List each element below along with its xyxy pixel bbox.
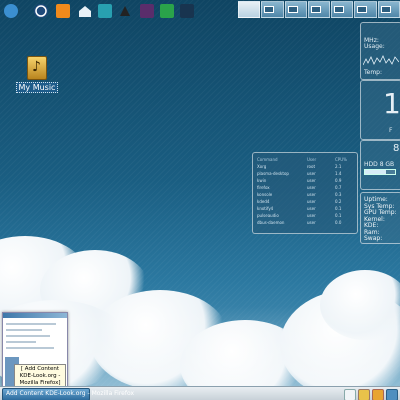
terminal-icon[interactable] xyxy=(118,4,132,18)
process-table-header: Command User CPU% xyxy=(257,157,347,162)
cpu-monitor-widget[interactable]: MHz: Usage: Temp: xyxy=(360,22,400,80)
tray-network-icon[interactable] xyxy=(386,389,398,400)
process-row: kded4 user 0.2 xyxy=(257,199,342,204)
kmenu-icon[interactable] xyxy=(4,4,18,18)
desktop-icon-my-music[interactable]: My Music xyxy=(14,56,60,93)
task-button-label: Add Content KDE-Look.org - Mozilla Firef… xyxy=(6,390,135,397)
cpu-temp-label: Temp: xyxy=(364,69,383,76)
system-info-widget[interactable]: Uptime: Sys Temp: GPU Temp: Kernel: KDE: Ram:… xyxy=(360,192,400,244)
pager-desktop[interactable] xyxy=(284,1,307,18)
pager-desktop[interactable] xyxy=(261,1,284,18)
pager-desktop[interactable] xyxy=(354,1,377,18)
network-icon[interactable] xyxy=(160,4,174,18)
system-info-row: Swap: xyxy=(364,235,383,242)
hdd-number: 8 xyxy=(393,143,400,154)
clock-hour: 1 xyxy=(383,87,400,120)
hdd-usage-bar xyxy=(364,169,396,175)
home-icon[interactable] xyxy=(78,4,92,18)
apps-icon[interactable] xyxy=(180,4,194,18)
process-row: firefox user 0.7 xyxy=(257,185,342,190)
process-row: kwin user 0.9 xyxy=(257,178,342,183)
pager-desktop[interactable] xyxy=(331,1,354,18)
thumbnail-titlebar xyxy=(3,313,67,318)
process-row: plasma-desktop user 1.4 xyxy=(257,171,342,176)
process-row: knotify4 user 0.1 xyxy=(257,206,342,211)
process-row: dbus-daemon user 0.0 xyxy=(257,220,342,225)
task-button-firefox[interactable]: Add Content KDE-Look.org - Mozilla Firef… xyxy=(2,388,134,400)
desktop-icon-label: My Music xyxy=(15,82,59,93)
settings-icon[interactable] xyxy=(56,4,70,18)
hdd-widget[interactable]: 8 HDD 8 GB xyxy=(360,140,400,190)
hdd-label: HDD 8 GB xyxy=(364,161,395,168)
virtual-desktop-pager xyxy=(238,0,400,18)
pager-desktop[interactable] xyxy=(307,1,331,18)
pager-desktop[interactable] xyxy=(377,1,400,18)
pager-desktop[interactable] xyxy=(238,1,261,18)
process-row: konsole user 0.3 xyxy=(257,192,342,197)
package-icon[interactable] xyxy=(98,4,112,18)
process-list-widget[interactable]: Command User CPU% Xorg root 2.1 plasma-desk… xyxy=(252,152,358,234)
process-row: Xorg root 2.1 xyxy=(257,164,342,169)
clock-widget[interactable]: 1 F xyxy=(360,80,400,140)
music-folder-icon xyxy=(27,56,47,80)
cpu-usage-label: Usage: xyxy=(364,43,385,50)
clock-suffix: F xyxy=(389,127,393,134)
process-row: pulseaudio user 0.1 xyxy=(257,213,342,218)
desktop-background: My Music MHz: Usage: Temp: 1 F 8 HDD 8 G… xyxy=(0,0,400,400)
media-icon[interactable] xyxy=(140,4,154,18)
tray-clipboard-icon[interactable] xyxy=(344,389,356,400)
globe-icon[interactable] xyxy=(34,4,48,18)
tray-notes-icon[interactable] xyxy=(358,389,370,400)
cpu-graph xyxy=(363,55,399,66)
taskbar: Add Content KDE-Look.org - Mozilla Firef… xyxy=(0,386,400,400)
tray-updates-icon[interactable] xyxy=(372,389,384,400)
